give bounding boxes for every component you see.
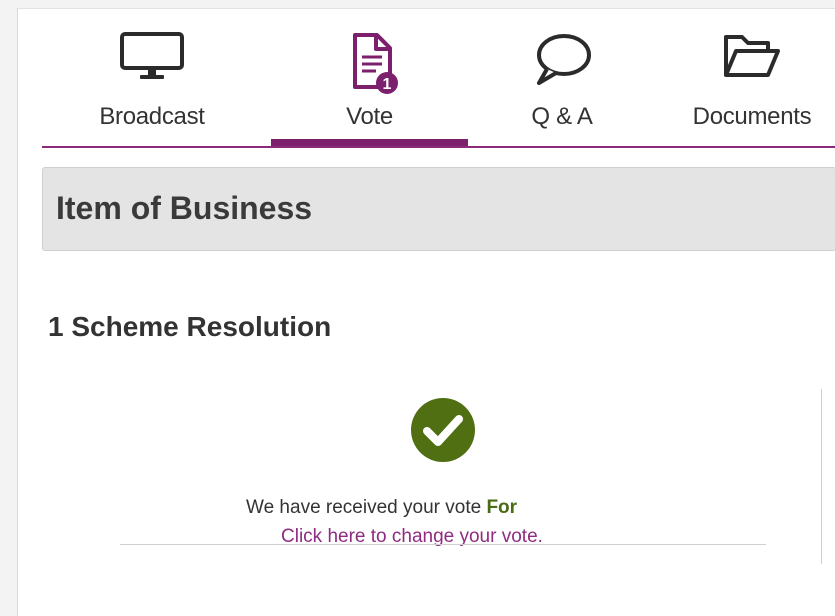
vote-confirmation-panel: We have received your vote For Click her… bbox=[120, 389, 766, 549]
tab-vote[interactable]: 1 Vote bbox=[271, 9, 468, 147]
tab-vote-label: Vote bbox=[346, 103, 393, 130]
tab-qa-label: Q & A bbox=[531, 103, 593, 130]
tab-broadcast-label: Broadcast bbox=[99, 103, 205, 130]
folder-icon bbox=[712, 31, 792, 93]
check-circle-icon bbox=[410, 397, 476, 463]
tab-bar: Broadcast 1 Vote Q & A Documents bbox=[42, 9, 835, 147]
vote-choice: For bbox=[486, 497, 518, 518]
speech-bubble-icon bbox=[522, 31, 602, 93]
tab-documents[interactable]: Documents bbox=[662, 9, 835, 147]
tab-broadcast[interactable]: Broadcast bbox=[62, 9, 242, 147]
resolution-title: 1 Scheme Resolution bbox=[48, 311, 332, 342]
section-header: Item of Business bbox=[42, 167, 835, 251]
monitor-icon bbox=[112, 31, 192, 93]
panel-divider bbox=[120, 544, 766, 545]
app-frame: Broadcast 1 Vote Q & A Documents Item of… bbox=[17, 8, 835, 616]
vote-received-text: We have received your vote bbox=[246, 497, 482, 518]
document-icon: 1 bbox=[330, 31, 410, 94]
tab-qa[interactable]: Q & A bbox=[472, 9, 652, 147]
column-divider bbox=[821, 389, 822, 564]
section-title: Item of Business bbox=[56, 190, 313, 226]
vote-received-message: We have received your vote For bbox=[246, 497, 517, 519]
tab-bar-divider bbox=[42, 146, 835, 148]
tab-documents-label: Documents bbox=[692, 103, 812, 130]
vote-badge-count: 1 bbox=[382, 76, 391, 93]
